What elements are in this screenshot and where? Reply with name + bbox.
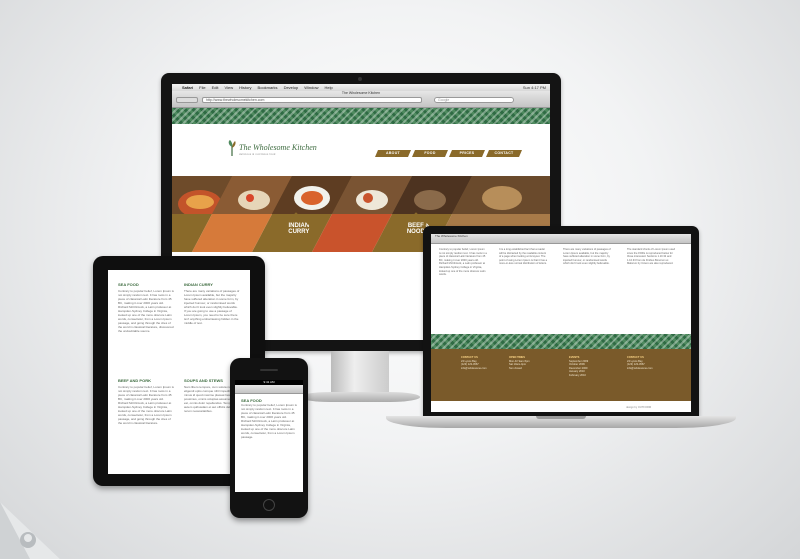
browser-toolbar: The Wholesome Kitchen http://www.thewhol… — [172, 91, 550, 108]
laptop-trackpad-notch — [536, 416, 586, 419]
laptop-device: The Wholesome Kitchen Contrary to popula… — [423, 226, 699, 416]
tablet-section-beef-pork: BEEF AND PORK Contrary to popular belief… — [118, 378, 174, 425]
content-column: Contrary to popular belief, Lorem Ipsum … — [439, 248, 487, 277]
menu-develop[interactable]: Develop — [284, 84, 299, 91]
browser-window-title: The Wholesome Kitchen — [341, 91, 381, 95]
menu-bookmarks[interactable]: Bookmarks — [258, 84, 278, 91]
phone-browser-toolbar — [235, 385, 303, 394]
design-credit[interactable]: design by OUTFORM — [626, 406, 651, 409]
leaf-logo-icon — [228, 140, 236, 156]
menubar-clock: Sun 4:17 PM — [522, 85, 546, 90]
phone-device: 9:41 AM SEA FOOD Contrary to popular bel… — [230, 358, 308, 518]
section-heading: INDIAN CURRY — [184, 282, 213, 287]
footer-column: CONTACT US 24 Lyons Bay (123) 123-4567 i… — [627, 356, 653, 370]
tablet-section-sea-food: SEA FOOD Contrary to popular belief, Lor… — [118, 282, 174, 333]
webcam — [358, 77, 362, 81]
content-column: It is a long established fact that a rea… — [499, 248, 548, 266]
menu-history[interactable]: History — [239, 84, 251, 91]
nav-about[interactable]: ABOUT — [375, 150, 411, 157]
site-logo-tagline: delicious & nutritious food — [239, 153, 276, 156]
site-nav: ABOUT FOOD PRICES CONTACT — [375, 150, 523, 157]
footer-column: EVENTS September 2009 October 2009 Decem… — [569, 356, 589, 377]
menu-help[interactable]: Help — [324, 84, 332, 91]
laptop-browser-toolbar: The Wholesome Kitchen — [431, 234, 691, 244]
content-column: There are many variations of passages of… — [563, 248, 611, 266]
section-text: There are many variations of passages of… — [184, 289, 240, 325]
menu-window[interactable]: Window — [304, 84, 318, 91]
search-field[interactable]: Google — [434, 97, 514, 103]
laptop-screen: The Wholesome Kitchen Contrary to popula… — [431, 234, 691, 412]
page-curl-watermark-icon — [0, 502, 60, 559]
back-forward-buttons[interactable] — [176, 97, 198, 103]
site-header: The Wholesome Kitchen delicious & nutrit… — [172, 124, 550, 176]
tablet-screen: SEA FOOD Contrary to popular belief, Lor… — [108, 270, 250, 474]
monitor-stand-base — [300, 392, 420, 402]
monitor-stand — [331, 351, 389, 397]
footer-column: OPEN TIMES Mon-Fri 9am-5pm Sat 10am-4pm … — [509, 356, 530, 370]
phone-speaker — [260, 369, 278, 371]
section-text: Contrary to popular belief, Lorem Ipsum … — [241, 403, 297, 439]
footer-column: CONTACT US 24 Lyons Bay (123) 123-4567 i… — [461, 356, 487, 370]
menu-safari[interactable]: Safari — [182, 84, 193, 91]
os-menubar: Safari File Edit View History Bookmarks … — [172, 84, 550, 91]
nav-contact[interactable]: CONTACT — [486, 150, 522, 157]
wave-pattern-divider — [431, 334, 691, 349]
section-text: Contrary to popular belief, Lorem Ipsum … — [118, 385, 174, 425]
section-heading: SEA FOOD — [118, 282, 139, 287]
home-button[interactable] — [263, 499, 275, 511]
nav-prices[interactable]: PRICES — [449, 150, 485, 157]
section-text: Contrary to popular belief, Lorem Ipsum … — [118, 289, 174, 333]
menu-file[interactable]: File — [199, 84, 205, 91]
menu-view[interactable]: View — [224, 84, 233, 91]
menu-edit[interactable]: Edit — [212, 84, 219, 91]
address-bar[interactable]: http://www.thewholesomekitchen.com — [202, 97, 422, 103]
content-column: The standard chunk of Lorem Ipsum used s… — [627, 248, 676, 266]
section-heading: BEEF AND PORK — [118, 378, 151, 383]
site-logo-text[interactable]: The Wholesome Kitchen — [239, 143, 317, 152]
nav-food[interactable]: FOOD — [412, 150, 448, 157]
phone-content: SEA FOOD Contrary to popular belief, Lor… — [235, 394, 303, 443]
laptop-content: Contrary to popular belief, Lorem Ipsum … — [431, 244, 691, 334]
tablet-section-indian-curry: INDIAN CURRY There are many variations o… — [184, 282, 240, 325]
site-footer: CONTACT US 24 Lyons Bay (123) 123-4567 i… — [431, 349, 691, 401]
wave-pattern-banner — [172, 108, 550, 124]
phone-screen: 9:41 AM SEA FOOD Contrary to popular bel… — [235, 380, 303, 492]
